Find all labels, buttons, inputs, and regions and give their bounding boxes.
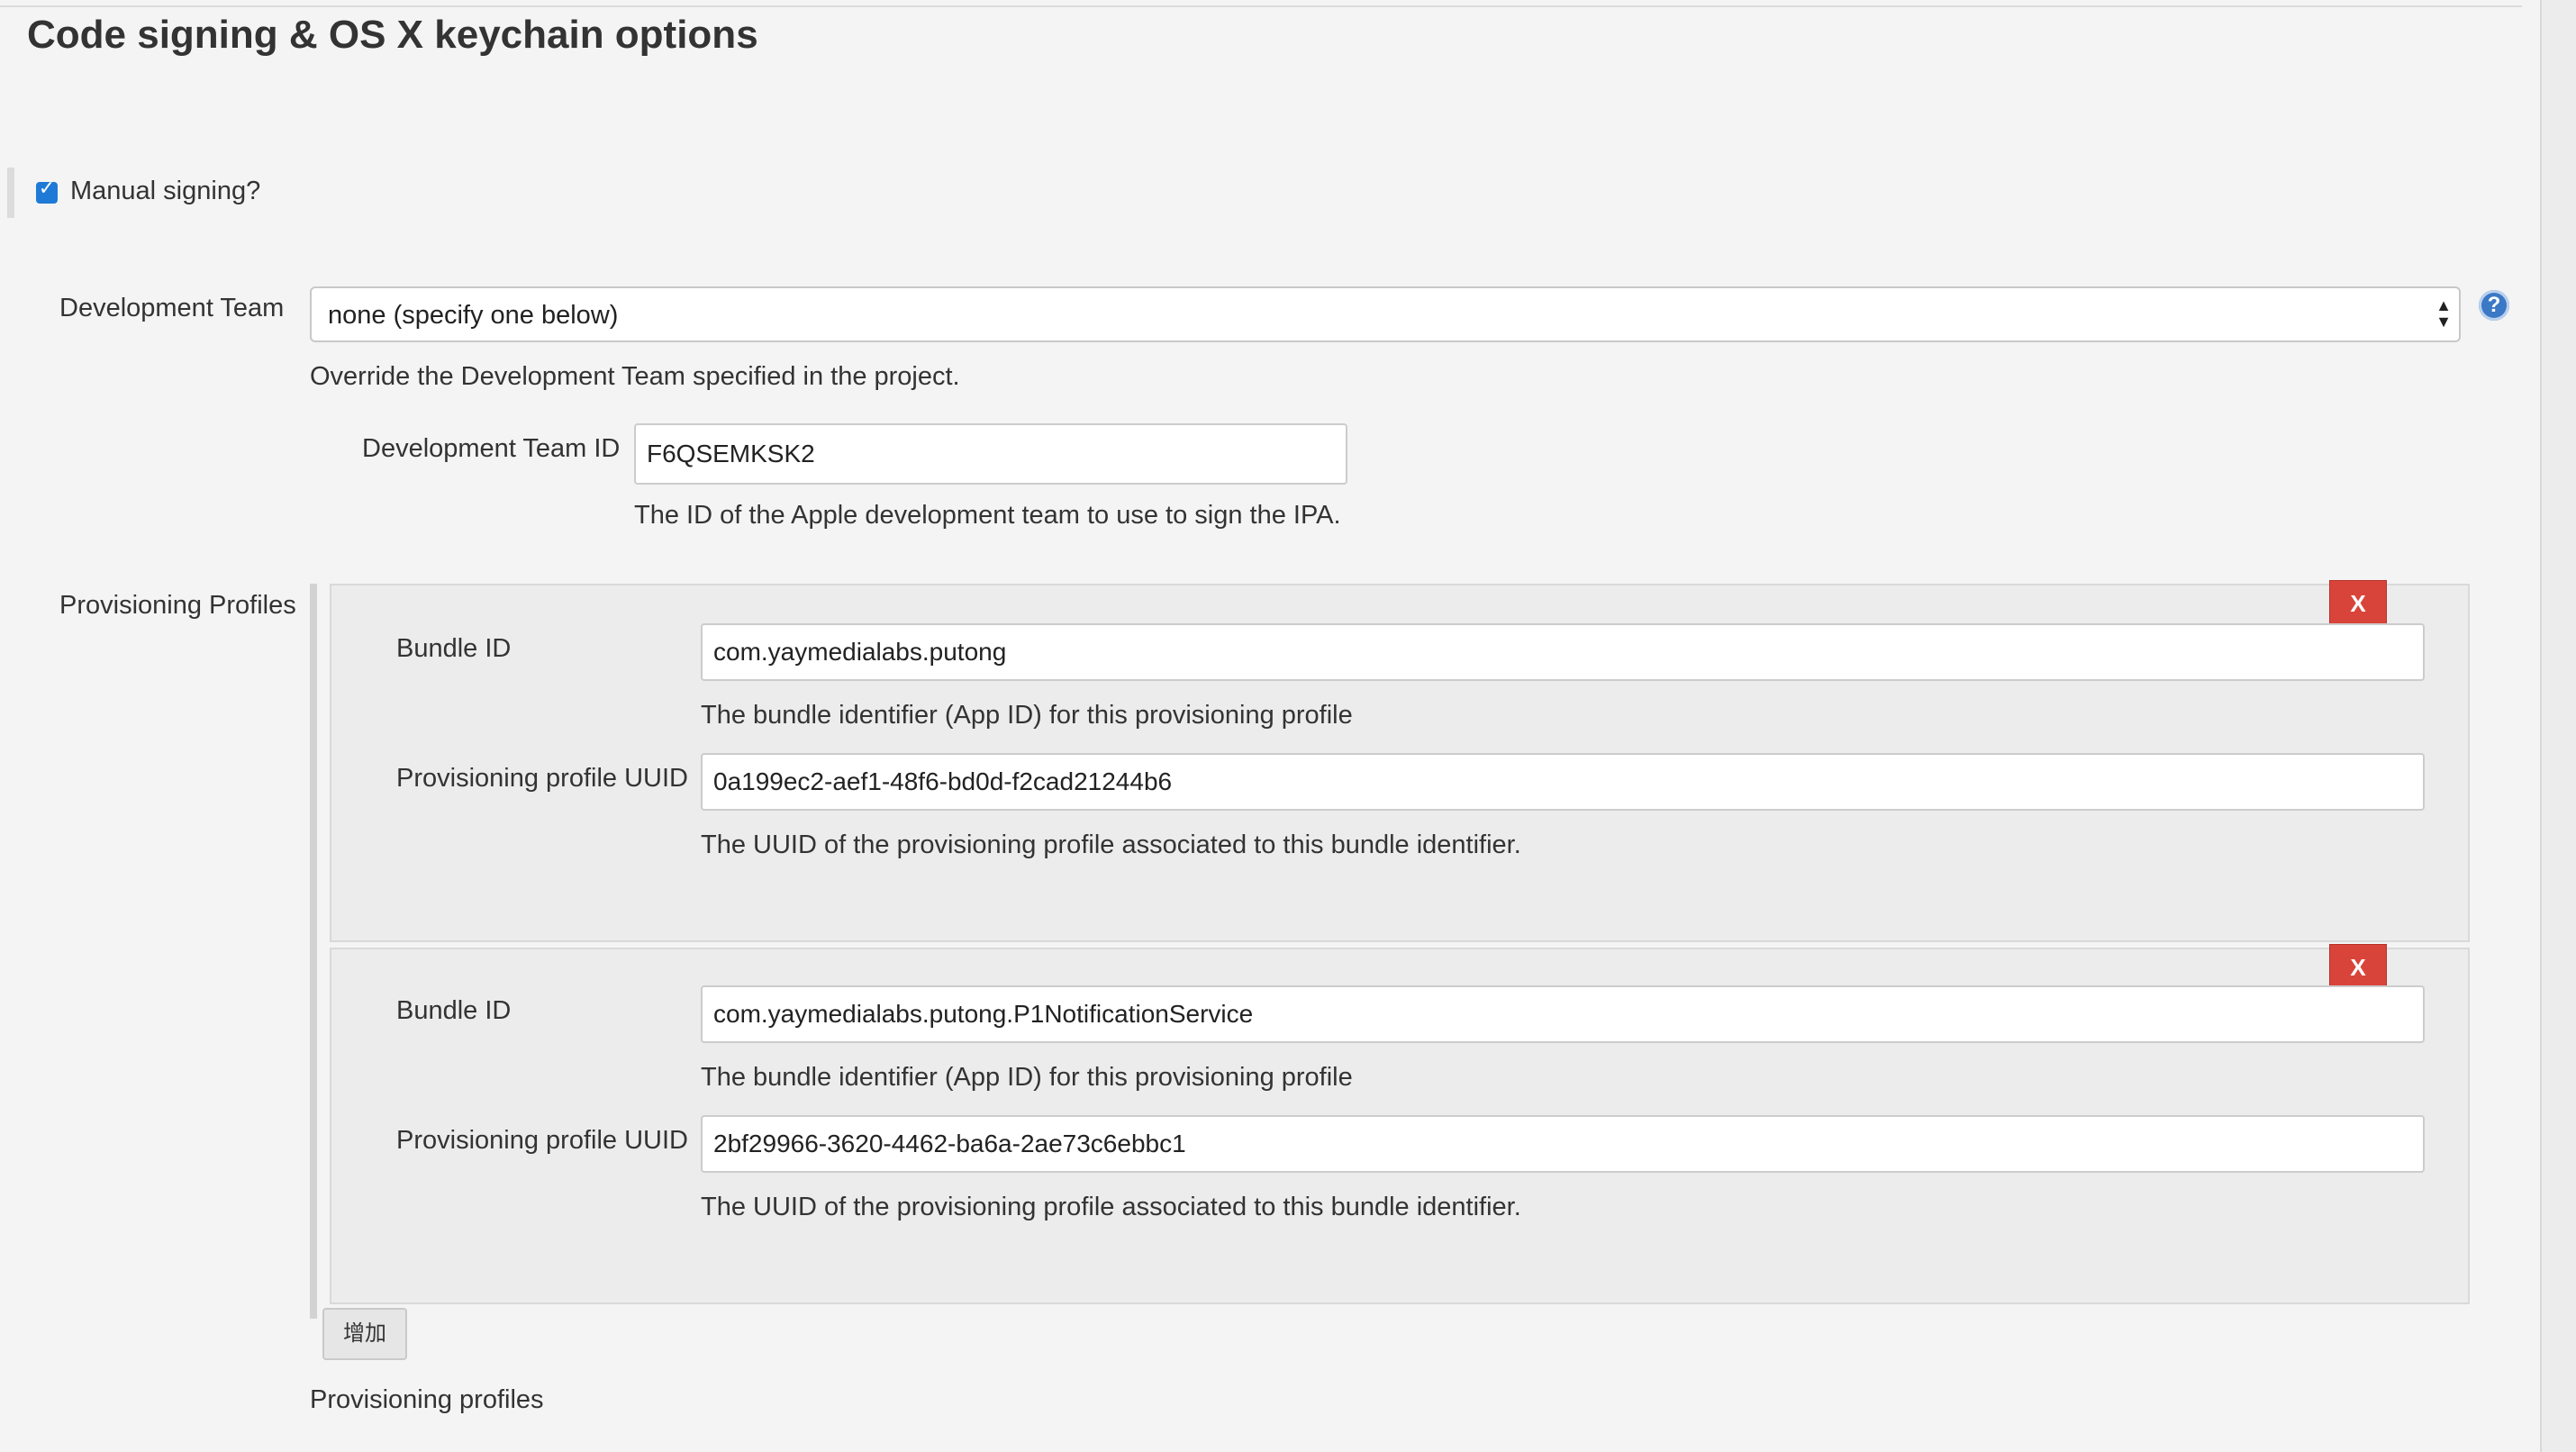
bundle-id-help: The bundle identifier (App ID) for this … xyxy=(701,701,1353,730)
section-title: Code signing & OS X keychain options xyxy=(27,13,758,57)
provisioning-profiles-help: Provisioning profiles xyxy=(310,1385,544,1414)
provisioning-profiles-label: Provisioning Profiles xyxy=(59,591,296,620)
bundle-id-field[interactable] xyxy=(701,623,2425,681)
development-team-id-field[interactable] xyxy=(634,423,1347,485)
top-divider xyxy=(0,0,2522,7)
profile-uuid-field[interactable] xyxy=(701,1115,2425,1173)
manual-signing-label[interactable]: Manual signing? xyxy=(70,177,260,206)
bundle-id-label: Bundle ID xyxy=(396,634,512,663)
development-team-id-label: Development Team ID xyxy=(362,434,621,463)
provisioning-profile-card: X Bundle ID The bundle identifier (App I… xyxy=(330,944,2470,1304)
page: Code signing & OS X keychain options ✓ M… xyxy=(0,0,2576,1452)
profile-uuid-field[interactable] xyxy=(701,753,2425,811)
development-team-selected-value: none (specify one below) xyxy=(328,301,619,330)
development-team-label: Development Team xyxy=(59,294,285,322)
checkmark-icon: ✓ xyxy=(38,177,56,199)
scrollbar[interactable] xyxy=(2540,0,2576,1452)
updown-arrows-icon: ▲ ▼ xyxy=(2435,296,2452,331)
manual-signing-row: ✓ Manual signing? xyxy=(7,168,555,218)
question-circle-icon[interactable]: ? xyxy=(2479,290,2509,321)
profile-uuid-help: The UUID of the provisioning profile ass… xyxy=(701,830,1521,859)
profile-uuid-help: The UUID of the provisioning profile ass… xyxy=(701,1193,1521,1221)
add-profile-button[interactable]: 增加 xyxy=(322,1308,407,1360)
profile-uuid-label: Provisioning profile UUID xyxy=(396,764,688,793)
delete-profile-button[interactable]: X xyxy=(2329,944,2387,991)
profile-uuid-label: Provisioning profile UUID xyxy=(396,1126,688,1155)
delete-profile-button[interactable]: X xyxy=(2329,580,2387,627)
provisioning-profiles-list: X Bundle ID The bundle identifier (App I… xyxy=(310,580,2470,1319)
bundle-id-help: The bundle identifier (App ID) for this … xyxy=(701,1063,1353,1092)
development-team-help: Override the Development Team specified … xyxy=(310,362,960,391)
manual-signing-checkbox[interactable]: ✓ xyxy=(36,177,58,204)
development-team-id-help: The ID of the Apple development team to … xyxy=(634,501,1341,530)
development-team-select[interactable]: none (specify one below) ▲ ▼ xyxy=(310,286,2461,342)
provisioning-profile-card: X Bundle ID The bundle identifier (App I… xyxy=(330,580,2470,942)
bundle-id-label: Bundle ID xyxy=(396,996,512,1025)
bundle-id-field[interactable] xyxy=(701,985,2425,1043)
